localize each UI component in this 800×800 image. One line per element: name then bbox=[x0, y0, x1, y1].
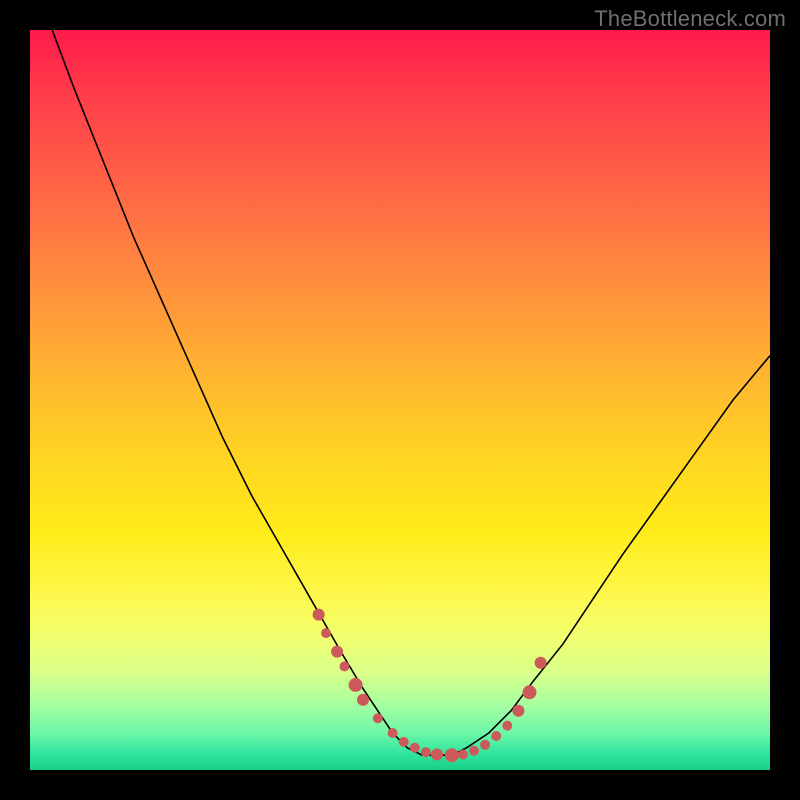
marker-dot bbox=[523, 685, 537, 699]
marker-dot bbox=[535, 657, 547, 669]
marker-dot bbox=[431, 749, 443, 761]
chart-svg bbox=[30, 30, 770, 770]
marker-dot bbox=[331, 646, 343, 658]
marker-dot bbox=[458, 750, 468, 760]
marker-dot bbox=[340, 661, 350, 671]
marker-dot bbox=[469, 746, 479, 756]
outer-frame: TheBottleneck.com bbox=[0, 0, 800, 800]
marker-dot bbox=[321, 628, 331, 638]
marker-dot bbox=[512, 705, 524, 717]
marker-dot bbox=[388, 728, 398, 738]
marker-dot bbox=[373, 713, 383, 723]
marker-dot bbox=[421, 747, 431, 757]
marker-dot bbox=[491, 731, 501, 741]
marker-dot bbox=[349, 678, 363, 692]
marker-dot bbox=[502, 721, 512, 731]
marker-dot bbox=[357, 694, 369, 706]
watermark-text: TheBottleneck.com bbox=[594, 6, 786, 32]
bottleneck-curve bbox=[52, 30, 770, 755]
marker-dot bbox=[480, 740, 490, 750]
marker-dot bbox=[313, 609, 325, 621]
plot-area bbox=[30, 30, 770, 770]
marker-dot bbox=[410, 743, 420, 753]
marker-dot bbox=[445, 748, 459, 762]
marker-dot bbox=[399, 737, 409, 747]
